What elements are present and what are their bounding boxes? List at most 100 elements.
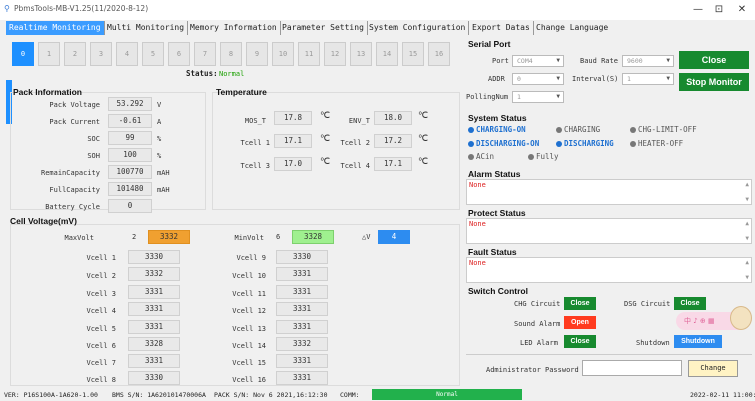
chg-circuit-button[interactable]: Close xyxy=(564,297,596,310)
chevron-down-icon: ▼ xyxy=(556,75,560,82)
scroll-up-icon[interactable]: ▲ xyxy=(745,220,749,227)
pack-button-0[interactable]: 0 xyxy=(12,42,34,66)
app-logo-icon: ⚲ xyxy=(4,4,10,13)
vcell-12-label: Vcell 12 xyxy=(232,307,266,315)
min-volt-index: 6 xyxy=(276,233,281,241)
system-status-title: System Status xyxy=(468,113,527,123)
tab-export-datas[interactable]: Export Datas xyxy=(469,21,534,35)
sound-alarm-button[interactable]: Open xyxy=(564,316,596,329)
tab-change-language[interactable]: Change Language xyxy=(533,21,611,35)
tcell2-label: Tcell 2 xyxy=(340,139,370,147)
pack-button-4[interactable]: 4 xyxy=(116,42,138,66)
pack-current-unit: A xyxy=(157,118,162,126)
tab-system-configuration[interactable]: System Configuration xyxy=(366,21,470,35)
pack-button-6[interactable]: 6 xyxy=(168,42,190,66)
bms-sn-text: BMS S/N: 1A620101470006A xyxy=(112,391,206,399)
pack-button-11[interactable]: 11 xyxy=(298,42,320,66)
status-discharging: DISCHARGING xyxy=(556,139,614,148)
pack-voltage-value: 53.292 xyxy=(108,97,152,111)
pack-button-9[interactable]: 9 xyxy=(246,42,268,66)
chevron-down-icon: ▼ xyxy=(556,57,560,64)
tab-realtime-monitoring[interactable]: Realtime Monitoring xyxy=(6,21,105,35)
tab-multi-monitoring[interactable]: Multi Monitoring xyxy=(104,21,189,35)
vcell-4-label: Vcell 4 xyxy=(86,307,116,315)
addr-select[interactable]: 0 ▼ xyxy=(512,73,564,85)
addr-value: 0 xyxy=(517,75,521,83)
pack-button-8[interactable]: 8 xyxy=(220,42,242,66)
dsg-circuit-button[interactable]: Close xyxy=(674,297,706,310)
full-capacity-unit: mAH xyxy=(157,186,170,194)
pack-button-7[interactable]: 7 xyxy=(194,42,216,66)
close-window-button[interactable]: ✕ xyxy=(730,2,754,18)
status-dot-icon xyxy=(556,141,562,147)
baud-rate-select[interactable]: 9600 ▼ xyxy=(622,55,674,67)
alarm-status-box: None ▲ ▼ xyxy=(466,179,752,205)
scroll-down-icon[interactable]: ▼ xyxy=(745,274,749,281)
version-text: VER: P16S100A-1A620-1.00 xyxy=(4,391,98,399)
scroll-up-icon[interactable]: ▲ xyxy=(745,259,749,266)
interval-label: Interval(S) xyxy=(572,75,619,83)
max-volt-value: 3332 xyxy=(148,230,190,244)
env-t-value: 18.0 xyxy=(374,111,412,125)
status-dot-icon xyxy=(528,154,534,160)
stop-monitor-button[interactable]: Stop Monitor xyxy=(679,73,749,91)
shutdown-button[interactable]: Shutdown xyxy=(674,335,722,348)
datetime-text: 2022-02-11 11:00:4 xyxy=(690,391,755,399)
cell-voltage-title: Cell Voltage(mV) xyxy=(10,216,77,226)
tab-memory-information[interactable]: Memory Information xyxy=(187,21,281,35)
vcell-1-label: Vcell 1 xyxy=(86,254,116,262)
alarm-status-title: Alarm Status xyxy=(468,169,521,179)
pack-button-12[interactable]: 12 xyxy=(324,42,346,66)
vcell-7-label: Vcell 7 xyxy=(86,359,116,367)
port-select[interactable]: COM4 ▼ xyxy=(512,55,564,67)
pack-information-title: Pack Information xyxy=(13,87,82,97)
tab-parameter-setting[interactable]: Parameter Setting xyxy=(279,21,368,35)
scroll-down-icon[interactable]: ▼ xyxy=(745,235,749,242)
interval-select[interactable]: 1 ▼ xyxy=(622,73,674,85)
scroll-up-icon[interactable]: ▲ xyxy=(745,181,749,188)
shutdown-label: Shutdown xyxy=(636,339,670,347)
tcell2-value: 17.2 xyxy=(374,134,412,148)
status-heater-off: HEATER-OFF xyxy=(630,139,683,148)
polling-num-select[interactable]: 1 ▼ xyxy=(512,91,564,103)
maximize-button[interactable]: ⊡ xyxy=(707,2,731,18)
pack-button-15[interactable]: 15 xyxy=(402,42,424,66)
mascot-icon xyxy=(730,306,752,330)
pack-button-13[interactable]: 13 xyxy=(350,42,372,66)
pack-button-2[interactable]: 2 xyxy=(64,42,86,66)
full-capacity-label: FullCapacity xyxy=(49,186,100,194)
vcell-4-value: 3331 xyxy=(128,302,180,316)
pack-button-14[interactable]: 14 xyxy=(376,42,398,66)
led-alarm-button[interactable]: Close xyxy=(564,335,596,348)
fault-status-box: None ▲ ▼ xyxy=(466,257,752,283)
pack-button-3[interactable]: 3 xyxy=(90,42,112,66)
protect-status-box: None ▲ ▼ xyxy=(466,218,752,244)
pack-button-5[interactable]: 5 xyxy=(142,42,164,66)
vcell-6-value: 3328 xyxy=(128,337,180,351)
scroll-down-icon[interactable]: ▼ xyxy=(745,196,749,203)
close-port-button[interactable]: Close xyxy=(679,51,749,69)
switch-control-title: Switch Control xyxy=(468,286,528,296)
pack-button-16[interactable]: 16 xyxy=(428,42,450,66)
delta-volt-label: △V xyxy=(362,233,371,241)
battery-cycle-value: 0 xyxy=(108,199,152,213)
temperature-group xyxy=(212,92,460,210)
vcell-3-label: Vcell 3 xyxy=(86,290,116,298)
status-dot-icon xyxy=(468,127,474,133)
admin-password-input[interactable] xyxy=(582,360,682,376)
pack-button-1[interactable]: 1 xyxy=(38,42,60,66)
remain-capacity-unit: mAH xyxy=(157,169,170,177)
vcell-8-value: 3330 xyxy=(128,371,180,385)
change-password-button[interactable]: Change xyxy=(688,360,738,377)
status-discharging-on: DISCHARGING-ON xyxy=(468,139,539,148)
vcell-8-label: Vcell 8 xyxy=(86,376,116,384)
port-value: COM4 xyxy=(517,57,533,65)
env-t-label: ENV_T xyxy=(348,117,370,125)
pack-button-10[interactable]: 10 xyxy=(272,42,294,66)
min-volt-label: MinVolt xyxy=(234,234,264,242)
chevron-down-icon: ▼ xyxy=(556,93,560,100)
mos-t-unit: ℃ xyxy=(320,111,331,121)
vcell-15-value: 3331 xyxy=(276,354,328,368)
mos-t-label: MOS_T xyxy=(244,117,266,125)
vcell-14-label: Vcell 14 xyxy=(232,342,266,350)
